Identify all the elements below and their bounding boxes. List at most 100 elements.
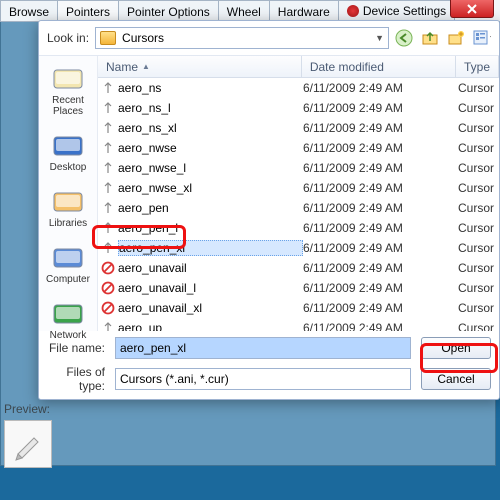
file-type: Cursor <box>458 321 499 331</box>
cursor-file-icon <box>98 121 118 135</box>
places-bar: Recent PlacesDesktopLibrariesComputerNet… <box>39 56 97 331</box>
file-type: Cursor <box>458 201 499 215</box>
file-date: 6/11/2009 2:49 AM <box>303 241 458 255</box>
cursor-file-icon <box>98 281 118 295</box>
file-row[interactable]: aero_unavail6/11/2009 2:49 AMCursor <box>98 258 499 278</box>
file-type: Cursor <box>458 261 499 275</box>
cursor-file-icon <box>98 181 118 195</box>
cursor-file-icon <box>98 161 118 175</box>
place-desktop[interactable]: Desktop <box>39 131 97 173</box>
back-icon <box>395 29 413 47</box>
column-header-name[interactable]: Name▲ <box>98 56 302 77</box>
file-type: Cursor <box>458 181 499 195</box>
place-desktop-icon <box>52 131 84 159</box>
lookin-value: Cursors <box>122 31 164 45</box>
new-folder-icon <box>447 29 465 47</box>
file-date: 6/11/2009 2:49 AM <box>303 261 458 275</box>
file-name: aero_pen_l <box>118 221 303 235</box>
cursor-file-icon <box>98 301 118 315</box>
place-libraries[interactable]: Libraries <box>39 187 97 229</box>
file-name: aero_pen_xl <box>118 240 303 256</box>
new-folder-button[interactable] <box>447 29 465 47</box>
file-name: aero_ns_xl <box>118 121 303 135</box>
file-row[interactable]: aero_pen_xl6/11/2009 2:49 AMCursor <box>98 238 499 258</box>
column-headers: Name▲ Date modified Type <box>98 56 499 78</box>
cancel-button[interactable]: Cancel <box>421 368 491 390</box>
file-date: 6/11/2009 2:49 AM <box>303 141 458 155</box>
cursor-file-icon <box>98 321 118 331</box>
file-row[interactable]: aero_nwse_l6/11/2009 2:49 AMCursor <box>98 158 499 178</box>
files-of-type-combo[interactable] <box>115 368 411 390</box>
place-network-icon <box>52 299 84 327</box>
file-row[interactable]: aero_nwse_xl6/11/2009 2:49 AMCursor <box>98 178 499 198</box>
place-computer[interactable]: Computer <box>39 243 97 285</box>
cursor-file-icon <box>98 241 118 255</box>
file-name: aero_up <box>118 321 303 331</box>
back-button[interactable] <box>395 29 413 47</box>
file-date: 6/11/2009 2:49 AM <box>303 321 458 331</box>
place-libraries-icon <box>52 187 84 215</box>
file-name: aero_nwse <box>118 141 303 155</box>
dialog-bottom: File name: Open Files of type: Cancel <box>39 331 499 399</box>
cursor-file-icon <box>98 81 118 95</box>
tab-device-settings-label: Device Settings <box>363 4 446 18</box>
tab-browse[interactable]: Browse <box>0 0 58 21</box>
tab-pointer-options[interactable]: Pointer Options <box>118 0 219 21</box>
cursor-file-icon <box>98 141 118 155</box>
file-date: 6/11/2009 2:49 AM <box>303 281 458 295</box>
close-icon <box>467 4 477 14</box>
file-name: aero_unavail_xl <box>118 301 303 315</box>
file-date: 6/11/2009 2:49 AM <box>303 121 458 135</box>
file-type: Cursor <box>458 81 499 95</box>
file-row[interactable]: aero_ns_l6/11/2009 2:49 AMCursor <box>98 98 499 118</box>
file-name-input[interactable] <box>115 337 411 359</box>
cursor-file-icon <box>98 221 118 235</box>
file-row[interactable]: aero_pen_l6/11/2009 2:49 AMCursor <box>98 218 499 238</box>
file-row[interactable]: aero_ns6/11/2009 2:49 AMCursor <box>98 78 499 98</box>
preview-box <box>4 420 52 468</box>
lookin-combo[interactable]: Cursors ▼ <box>95 27 389 49</box>
file-row[interactable]: aero_unavail_l6/11/2009 2:49 AMCursor <box>98 278 499 298</box>
lookin-row: Look in: Cursors ▼ <box>39 21 499 55</box>
file-row[interactable]: aero_up6/11/2009 2:49 AMCursor <box>98 318 499 331</box>
folder-icon <box>100 31 116 45</box>
place-computer-icon <box>52 243 84 271</box>
file-row[interactable]: aero_nwse6/11/2009 2:49 AMCursor <box>98 138 499 158</box>
place-recent[interactable]: Recent Places <box>39 64 97 117</box>
file-row[interactable]: aero_unavail_xl6/11/2009 2:49 AMCursor <box>98 298 499 318</box>
file-type: Cursor <box>458 281 499 295</box>
file-row[interactable]: aero_ns_xl6/11/2009 2:49 AMCursor <box>98 118 499 138</box>
column-header-date[interactable]: Date modified <box>302 56 456 77</box>
up-one-level-button[interactable] <box>421 29 439 47</box>
file-list: Name▲ Date modified Type aero_ns6/11/200… <box>97 56 499 331</box>
file-date: 6/11/2009 2:49 AM <box>303 81 458 95</box>
views-icon <box>473 29 491 47</box>
views-button[interactable] <box>473 29 491 47</box>
file-type: Cursor <box>458 221 499 235</box>
cursor-file-icon <box>98 261 118 275</box>
synaptics-icon <box>347 5 359 17</box>
cursor-file-icon <box>98 201 118 215</box>
preview-label: Preview: <box>4 402 496 416</box>
file-rows[interactable]: aero_ns6/11/2009 2:49 AMCursoraero_ns_l6… <box>98 78 499 331</box>
file-type: Cursor <box>458 101 499 115</box>
file-type: Cursor <box>458 241 499 255</box>
tab-hardware[interactable]: Hardware <box>269 0 339 21</box>
lookin-label: Look in: <box>47 31 89 45</box>
file-name: aero_pen <box>118 201 303 215</box>
file-date: 6/11/2009 2:49 AM <box>303 301 458 315</box>
place-recent-label: Recent Places <box>39 95 97 117</box>
file-row[interactable]: aero_pen6/11/2009 2:49 AMCursor <box>98 198 499 218</box>
dialog-toolbar <box>395 29 491 47</box>
file-name-label: File name: <box>47 341 105 355</box>
up-folder-icon <box>421 29 439 47</box>
file-name: aero_nwse_xl <box>118 181 303 195</box>
window-close-button[interactable] <box>450 0 494 18</box>
tab-wheel[interactable]: Wheel <box>218 0 270 21</box>
tab-pointers[interactable]: Pointers <box>57 0 119 21</box>
tab-device-settings[interactable]: Device Settings <box>338 0 455 21</box>
open-button[interactable]: Open <box>421 337 491 359</box>
column-header-type[interactable]: Type <box>456 56 499 77</box>
file-date: 6/11/2009 2:49 AM <box>303 161 458 175</box>
place-libraries-label: Libraries <box>49 218 87 229</box>
